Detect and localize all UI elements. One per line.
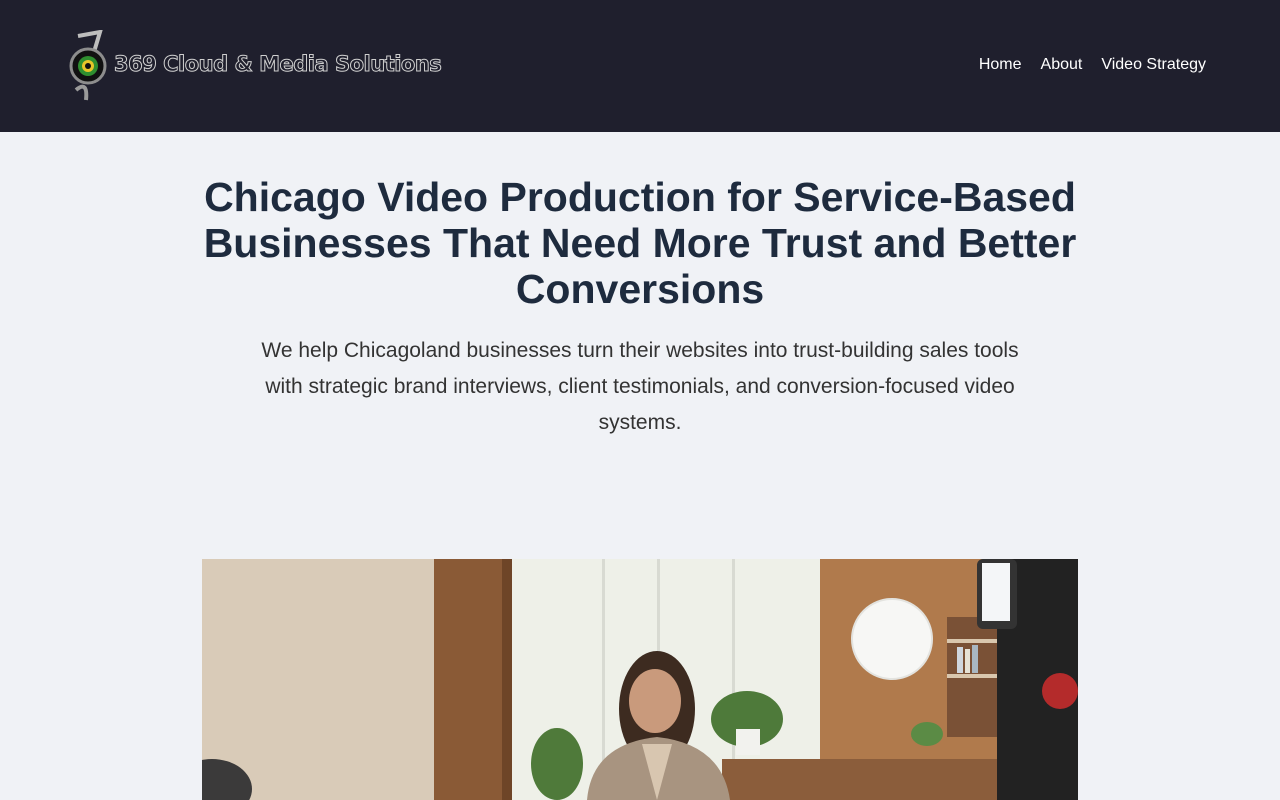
logo-icon (69, 30, 107, 101)
main-nav: Home About Video Strategy (979, 56, 1206, 74)
nav-home[interactable]: Home (979, 56, 1022, 74)
hero-subtitle: We help Chicagoland businesses turn thei… (261, 339, 1019, 434)
nav-about[interactable]: About (1041, 56, 1083, 74)
hero-image (202, 559, 1078, 800)
hero-title: Chicago Video Production for Service-Bas… (203, 174, 1077, 312)
logo-text: 369 Cloud & Media Solutions (113, 52, 442, 77)
site-header: 369 Cloud & Media Solutions Home About V… (0, 0, 1280, 132)
site-logo[interactable]: 369 Cloud & Media Solutions (66, 30, 442, 102)
interview-photo (202, 559, 1078, 800)
nav-video-strategy[interactable]: Video Strategy (1101, 56, 1206, 74)
